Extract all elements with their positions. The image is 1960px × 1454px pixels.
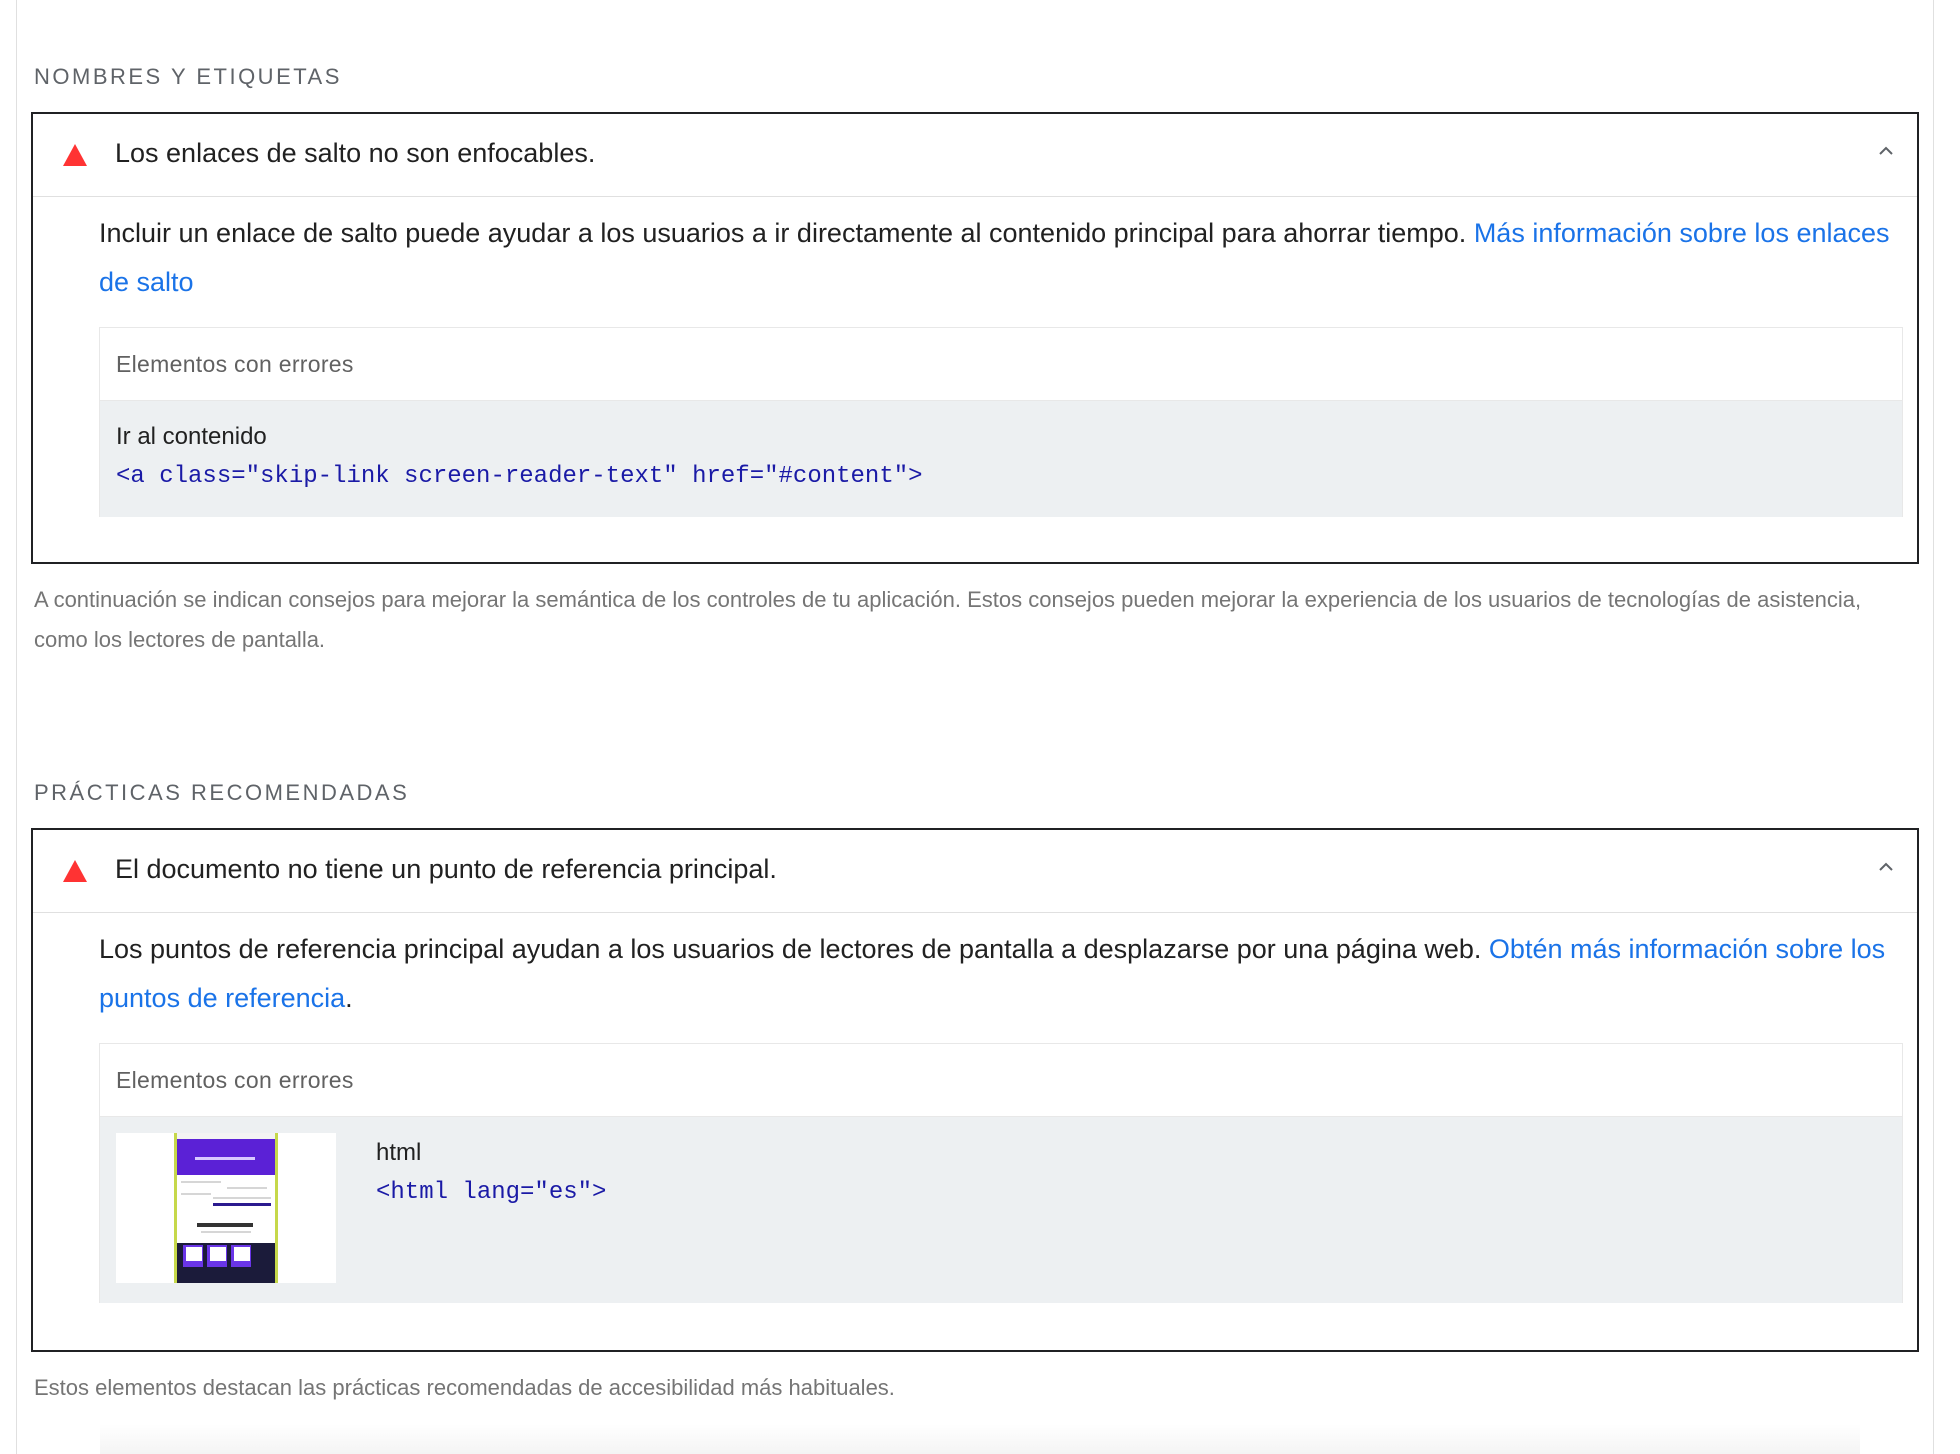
description-text: Incluir un enlace de salto puede ayudar … xyxy=(99,218,1474,248)
warning-triangle-icon xyxy=(63,144,87,166)
bottom-fade xyxy=(100,1424,1860,1454)
chevron-up-icon[interactable] xyxy=(1879,860,1893,874)
warning-triangle-icon xyxy=(63,860,87,882)
audit-title: El documento no tiene un punto de refere… xyxy=(115,854,777,884)
node-label: html xyxy=(376,1139,422,1166)
audit-description: Incluir un enlace de salto puede ayudar … xyxy=(99,209,1899,307)
element-screenshot-thumbnail xyxy=(116,1133,336,1283)
section-note: A continuación se indican consejos para … xyxy=(34,587,1862,652)
failing-elements-table: Elementos con errores html <html lang="e… xyxy=(99,1043,1903,1303)
audit-header[interactable]: El documento no tiene un punto de refere… xyxy=(33,830,1917,913)
table-row[interactable]: Ir al contenido <a class="skip-link scre… xyxy=(100,401,1902,517)
table-header: Elementos con errores xyxy=(100,328,1902,401)
audit-header[interactable]: Los enlaces de salto no son enfocables. xyxy=(33,114,1917,197)
audit-skip-link: Los enlaces de salto no son enfocables. … xyxy=(31,112,1919,564)
table-header: Elementos con errores xyxy=(100,1044,1902,1117)
audit-description: Los puntos de referencia principal ayuda… xyxy=(99,925,1899,1023)
description-text: Los puntos de referencia principal ayuda… xyxy=(99,934,1489,964)
node-label: Ir al contenido xyxy=(116,423,267,450)
page-preview-image xyxy=(174,1133,278,1283)
section-note: Estos elementos destacan las prácticas r… xyxy=(34,1375,895,1400)
description-suffix: . xyxy=(345,983,353,1013)
node-snippet: <html lang="es"> xyxy=(376,1179,607,1206)
section-title-names-labels: NOMBRES Y ETIQUETAS xyxy=(34,64,342,89)
table-row[interactable]: html <html lang="es"> xyxy=(100,1117,1902,1303)
chevron-up-icon[interactable] xyxy=(1879,144,1893,158)
audit-landmark-main: El documento no tiene un punto de refere… xyxy=(31,828,1919,1352)
node-snippet: <a class="skip-link screen-reader-text" … xyxy=(116,463,923,490)
section-title-best-practices: PRÁCTICAS RECOMENDADAS xyxy=(34,780,410,805)
failing-elements-table: Elementos con errores Ir al contenido <a… xyxy=(99,327,1903,517)
audit-title: Los enlaces de salto no son enfocables. xyxy=(115,138,596,168)
